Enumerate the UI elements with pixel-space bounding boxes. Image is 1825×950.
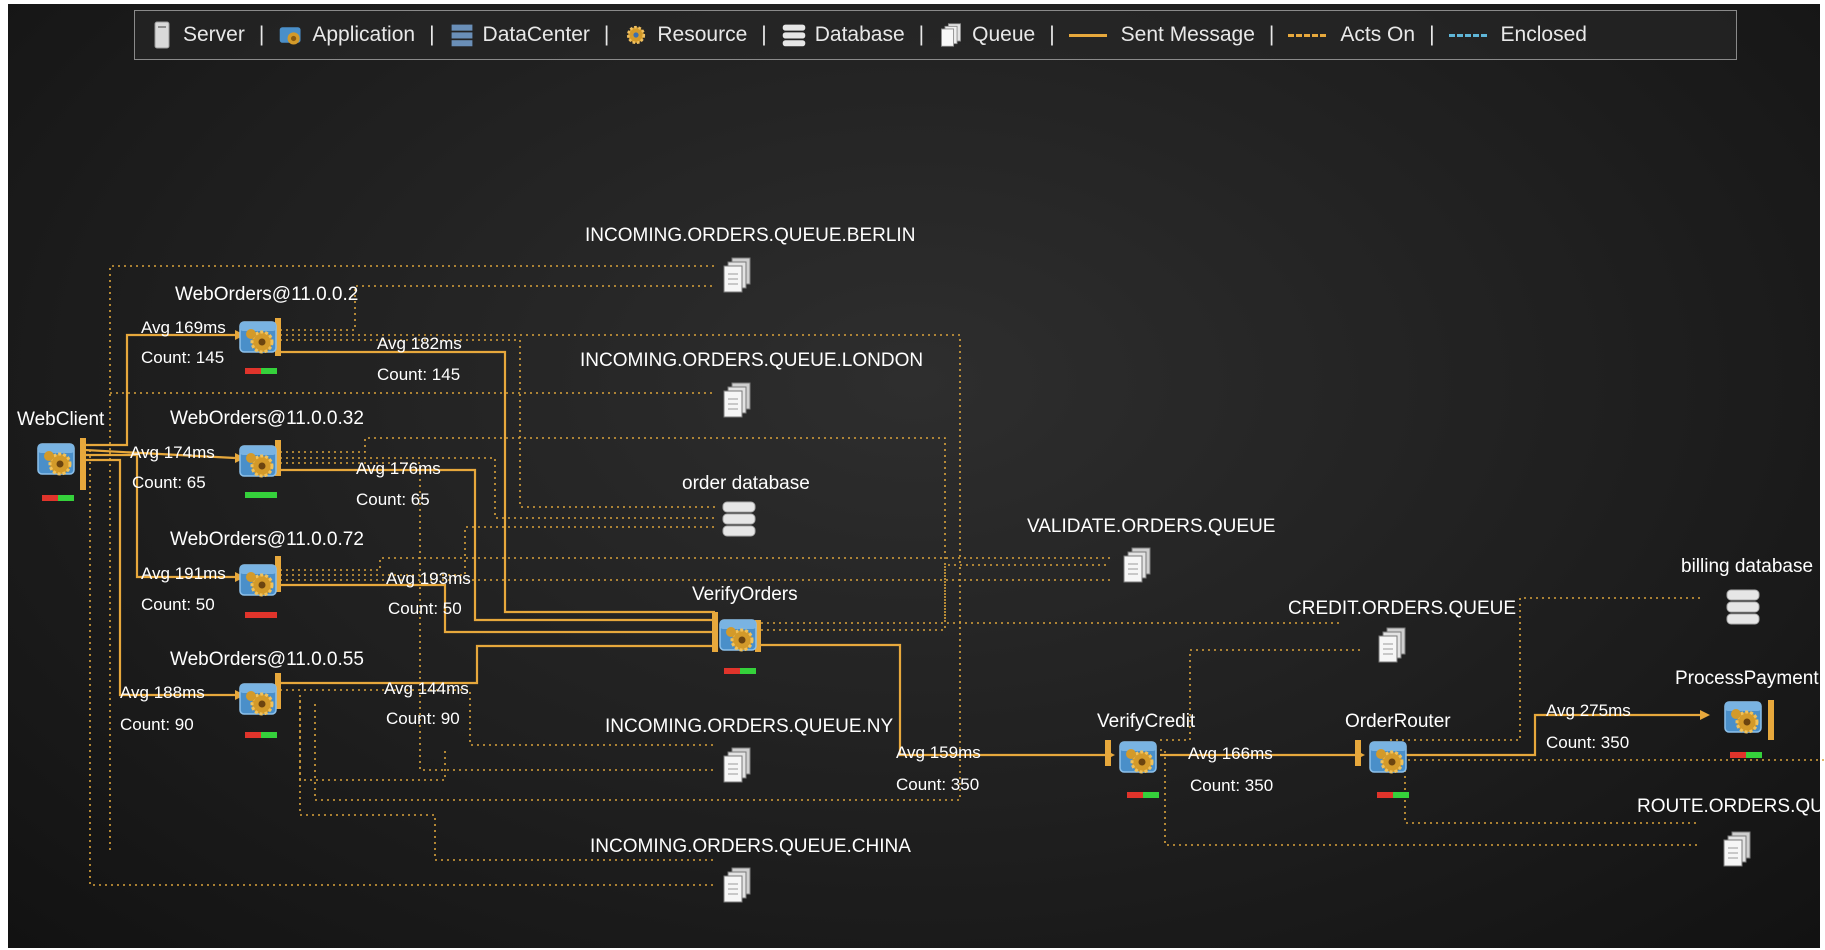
edge-count: Count: 65 (356, 490, 430, 509)
node-queue-china[interactable]: INCOMING.ORDERS.QUEUE.CHINA (590, 836, 911, 903)
database-icon (722, 501, 756, 537)
node-label: WebOrders@11.0.0.72 (170, 529, 364, 550)
node-queue-london[interactable]: INCOMING.ORDERS.QUEUE.LONDON (580, 350, 923, 418)
node-label: INCOMING.ORDERS.QUEUE.LONDON (580, 350, 923, 371)
node-label: VALIDATE.ORDERS.QUEUE (1027, 516, 1275, 537)
status-bar (42, 495, 74, 501)
node-label: VerifyOrders (692, 584, 798, 605)
node-credit-queue[interactable]: CREDIT.ORDERS.QUEUE (1288, 598, 1516, 663)
status-bar (245, 612, 277, 618)
node-label: WebClient (17, 409, 105, 430)
application-icon (1368, 740, 1408, 774)
edge-count: Count: 350 (1546, 733, 1629, 752)
queue-icon (1123, 547, 1151, 583)
status-bar (724, 668, 756, 674)
topology-diagram: WebClient WebOrders@11.0.0.2 WebOrders@1… (17, 225, 1825, 903)
node-label: WebOrders@11.0.0.55 (170, 649, 364, 670)
node-label: INCOMING.ORDERS.QUEUE.NY (605, 716, 894, 737)
node-queue-ny[interactable]: INCOMING.ORDERS.QUEUE.NY (605, 716, 894, 783)
edge-avg: Avg 188ms (120, 683, 205, 702)
edge-count: Count: 50 (388, 599, 462, 618)
node-verify-orders[interactable]: VerifyOrders (692, 584, 798, 674)
edge-avg: Avg 182ms (377, 334, 462, 353)
node-validate-queue[interactable]: VALIDATE.ORDERS.QUEUE (1027, 516, 1275, 583)
application-icon (718, 618, 758, 652)
node-route-queue[interactable]: ROUTE.ORDERS.QUE (1637, 796, 1825, 867)
edge-avg: Avg 176ms (356, 459, 441, 478)
edge-avg: Avg 169ms (141, 318, 226, 337)
node-label: ProcessPayment (1675, 668, 1819, 689)
queue-icon (1378, 627, 1406, 663)
node-queue-berlin[interactable]: INCOMING.ORDERS.QUEUE.BERLIN (585, 225, 915, 293)
status-bar (1127, 792, 1159, 798)
node-billing-database[interactable]: billing database (1681, 556, 1813, 625)
node-label: INCOMING.ORDERS.QUEUE.BERLIN (585, 225, 915, 246)
queue-icon (723, 747, 751, 783)
edge-avg: Avg 166ms (1188, 744, 1273, 763)
application-icon (238, 444, 278, 478)
node-label: INCOMING.ORDERS.QUEUE.CHINA (590, 836, 911, 857)
edge-avg: Avg 159ms (896, 743, 981, 762)
queue-icon (723, 867, 751, 903)
status-bar (1730, 752, 1762, 758)
node-label: VerifyCredit (1097, 711, 1196, 732)
edge-count: Count: 90 (386, 709, 460, 728)
queue-icon (723, 257, 751, 293)
edge-avg: Avg 193ms (386, 569, 471, 588)
application-icon (238, 682, 278, 716)
status-bar (245, 492, 277, 498)
edge-count: Count: 350 (896, 775, 979, 794)
application-icon (1723, 700, 1763, 734)
edge-avg: Avg 144ms (384, 679, 469, 698)
edge-count: Count: 90 (120, 715, 194, 734)
application-icon (238, 563, 278, 597)
database-icon (1726, 589, 1760, 625)
status-bar (245, 732, 277, 738)
node-label: CREDIT.ORDERS.QUEUE (1288, 598, 1516, 619)
edge-count: Count: 145 (377, 365, 460, 384)
edge-avg: Avg 174ms (130, 443, 215, 462)
node-label: ROUTE.ORDERS.QUE (1637, 796, 1825, 817)
node-label: WebOrders@11.0.0.2 (175, 284, 358, 305)
node-process-payment[interactable]: ProcessPayment (1675, 668, 1819, 758)
edge-count: Count: 50 (141, 595, 215, 614)
node-label: OrderRouter (1345, 711, 1451, 732)
node-label: order database (682, 473, 810, 494)
edge-avg: Avg 191ms (141, 564, 226, 583)
edge-count: Count: 350 (1190, 776, 1273, 795)
application-icon (1118, 740, 1158, 774)
status-bar (1377, 792, 1409, 798)
edge-count: Count: 65 (132, 473, 206, 492)
queue-icon (723, 382, 751, 418)
application-icon (238, 320, 278, 354)
application-icon (36, 442, 76, 476)
status-bar (245, 368, 277, 374)
queue-icon (1723, 831, 1751, 867)
node-label: WebOrders@11.0.0.32 (170, 408, 364, 429)
node-label: billing database (1681, 556, 1813, 577)
edge-avg: Avg 275ms (1546, 701, 1631, 720)
edge-count: Count: 145 (141, 348, 224, 367)
